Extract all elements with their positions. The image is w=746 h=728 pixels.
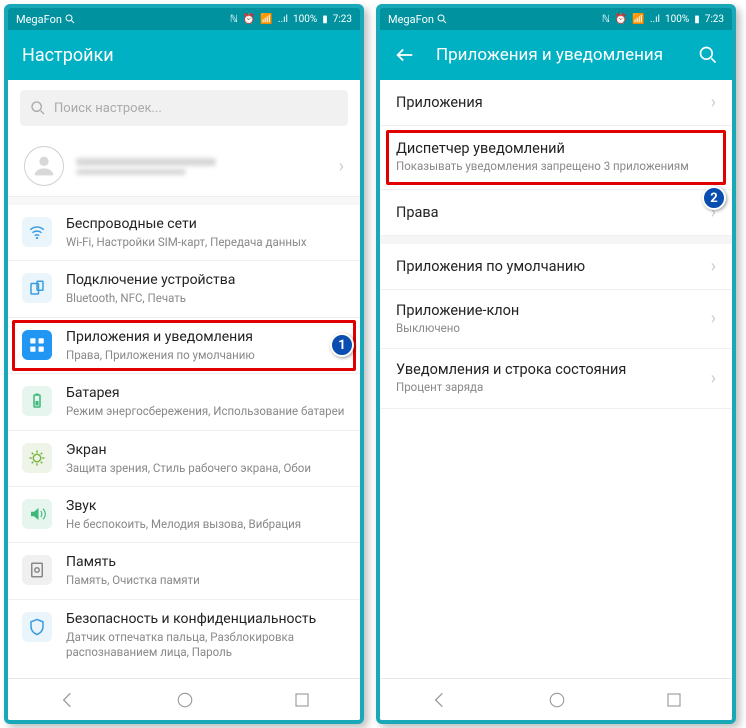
search-small-icon	[436, 13, 448, 25]
signal-icon-2: ..ıl	[650, 14, 660, 25]
shield-icon	[22, 612, 52, 642]
app-bar: Настройки	[8, 30, 360, 80]
phone-left: MegaFon ℕ ⏰ 📶 ..ıl 100% ▮ 7:23 Настройки…	[4, 4, 364, 724]
page-title: Настройки	[22, 45, 346, 66]
chevron-right-icon: ›	[711, 368, 716, 389]
storage-icon	[22, 555, 52, 585]
avatar	[24, 146, 64, 186]
nfc-icon: ℕ	[230, 14, 238, 25]
callout-badge-2: 2	[702, 186, 726, 210]
settings-content: Поиск настроек... › Беспроводные сети Wi…	[8, 80, 360, 678]
chevron-right-icon: ›	[711, 92, 716, 113]
time-label: 7:23	[333, 14, 352, 25]
battery-icon: ▮	[694, 14, 700, 25]
carrier-label: MegaFon	[388, 13, 434, 26]
item-sub: Wi-Fi, Настройки SIM-карт, Передача данн…	[66, 235, 346, 251]
search-small-icon	[64, 13, 76, 25]
item-default-apps[interactable]: Приложения по умолчанию ›	[380, 244, 732, 290]
display-icon	[22, 443, 52, 473]
blurred-email	[76, 158, 216, 166]
chevron-right-icon: ›	[711, 308, 716, 329]
chevron-right-icon: ›	[711, 256, 716, 277]
item-apps-notifications[interactable]: Приложения и уведомления Права, Приложен…	[8, 318, 360, 374]
battery-icon: ▮	[322, 14, 328, 25]
item-battery[interactable]: Батарея Режим энергосбережения, Использо…	[8, 374, 360, 430]
status-bar: MegaFon ℕ ⏰ 📶 ..ıl 100% ▮ 7:23	[380, 8, 732, 30]
item-device-connection[interactable]: Подключение устройства Bluetooth, NFC, П…	[8, 261, 360, 317]
nav-recents-icon[interactable]	[293, 691, 311, 709]
alarm-icon: ⏰	[615, 14, 627, 25]
sound-icon	[22, 499, 52, 529]
page-title: Приложения и уведомления	[436, 45, 678, 65]
profile-row[interactable]: ›	[8, 136, 360, 197]
back-arrow-icon[interactable]	[394, 44, 416, 66]
search-icon	[30, 100, 46, 116]
item-notif-statusbar[interactable]: Уведомления и строка состояния Процент з…	[380, 349, 732, 409]
time-label: 7:23	[705, 14, 724, 25]
blurred-sub	[76, 169, 186, 175]
search-input[interactable]: Поиск настроек...	[20, 90, 348, 126]
phone-right: MegaFon ℕ ⏰ 📶 ..ıl 100% ▮ 7:23 Приложени…	[376, 4, 736, 724]
nav-back-icon[interactable]	[429, 690, 449, 710]
nav-back-icon[interactable]	[57, 690, 77, 710]
section-divider	[8, 197, 360, 205]
battery-settings-icon	[22, 386, 52, 416]
nav-bar	[8, 678, 360, 720]
item-security[interactable]: Безопасность и конфиденциальность Датчик…	[8, 600, 360, 671]
item-storage[interactable]: Память Память, Очистка памяти	[8, 543, 360, 599]
battery-text: 100%	[665, 14, 689, 25]
search-placeholder: Поиск настроек...	[54, 101, 162, 116]
wifi-icon	[22, 217, 52, 247]
status-bar: MegaFon ℕ ⏰ 📶 ..ıl 100% ▮ 7:23	[8, 8, 360, 30]
battery-text: 100%	[293, 14, 317, 25]
item-display[interactable]: Экран Защита зрения, Стиль рабочего экра…	[8, 431, 360, 487]
item-wireless[interactable]: Беспроводные сети Wi-Fi, Настройки SIM-к…	[8, 205, 360, 261]
item-applications[interactable]: Приложения ›	[380, 80, 732, 126]
item-sound[interactable]: Звук Не беспокоить, Мелодия вызова, Вибр…	[8, 487, 360, 543]
section-divider	[380, 236, 732, 244]
alarm-icon: ⏰	[243, 14, 255, 25]
nav-recents-icon[interactable]	[665, 691, 683, 709]
item-app-twin[interactable]: Приложение-клон Выключено ›	[380, 290, 732, 350]
nfc-icon: ℕ	[602, 14, 610, 25]
item-notification-manager[interactable]: Диспетчер уведомлений Показывать уведомл…	[380, 126, 732, 190]
app-bar: Приложения и уведомления	[380, 30, 732, 80]
search-icon[interactable]	[698, 45, 718, 65]
apps-content: Приложения › Диспетчер уведомлений Показ…	[380, 80, 732, 678]
person-icon	[30, 152, 58, 180]
nav-bar	[380, 678, 732, 720]
connection-icon	[22, 273, 52, 303]
callout-badge-1: 1	[330, 333, 354, 357]
nav-home-icon[interactable]	[176, 691, 194, 709]
item-title: Беспроводные сети	[66, 215, 346, 234]
signal-icon: 📶	[260, 14, 272, 25]
signal-icon: 📶	[632, 14, 644, 25]
carrier-label: MegaFon	[16, 13, 62, 26]
apps-icon	[22, 330, 52, 360]
profile-text	[76, 155, 319, 178]
nav-home-icon[interactable]	[548, 691, 566, 709]
item-permissions[interactable]: Права ›	[380, 190, 732, 236]
chevron-right-icon: ›	[339, 156, 344, 177]
signal-icon-2: ..ıl	[278, 14, 288, 25]
